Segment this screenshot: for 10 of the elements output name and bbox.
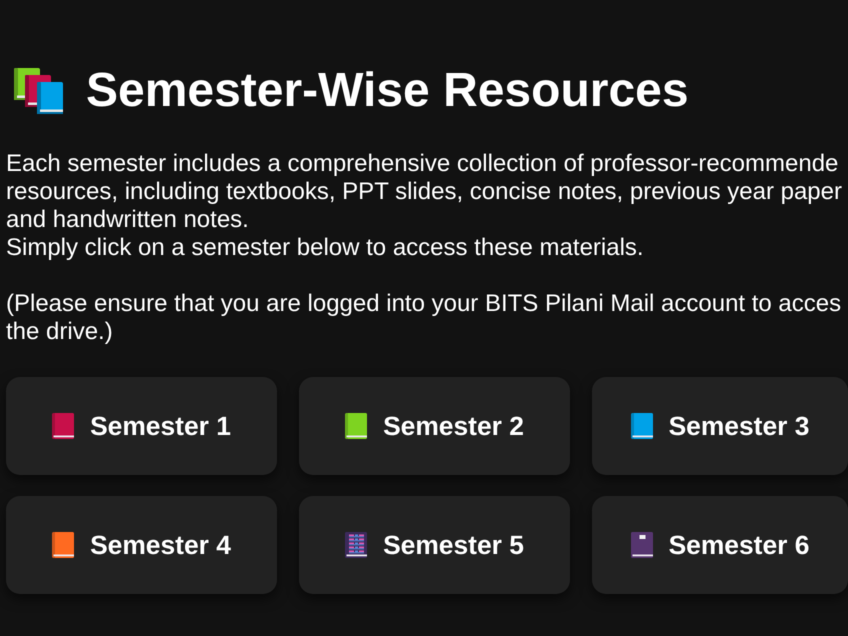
semester-button[interactable]: Semester 3 [592, 377, 848, 475]
books-icon [14, 68, 63, 114]
semester-button[interactable]: Semester 1 [6, 377, 277, 475]
semester-button[interactable]: Semester 4 [6, 496, 277, 594]
page-title: Semester-Wise Resources [86, 63, 689, 118]
semester-button[interactable]: Semester 5 [299, 496, 570, 594]
semester-button[interactable]: Semester 6 [592, 496, 848, 594]
login-note-text: (Please ensure that you are logged into your BITS Pilani Mail account to acces the drive.) [6, 290, 842, 346]
semester-button[interactable]: Semester 2 [299, 377, 570, 475]
description-text: Each semester includes a comprehensive collection of professor-recommende resources, including textbooks, PPT slides, concise notes, previous year paper and handwritten notes. Simply click on a semester below to access these materials. [6, 150, 842, 262]
